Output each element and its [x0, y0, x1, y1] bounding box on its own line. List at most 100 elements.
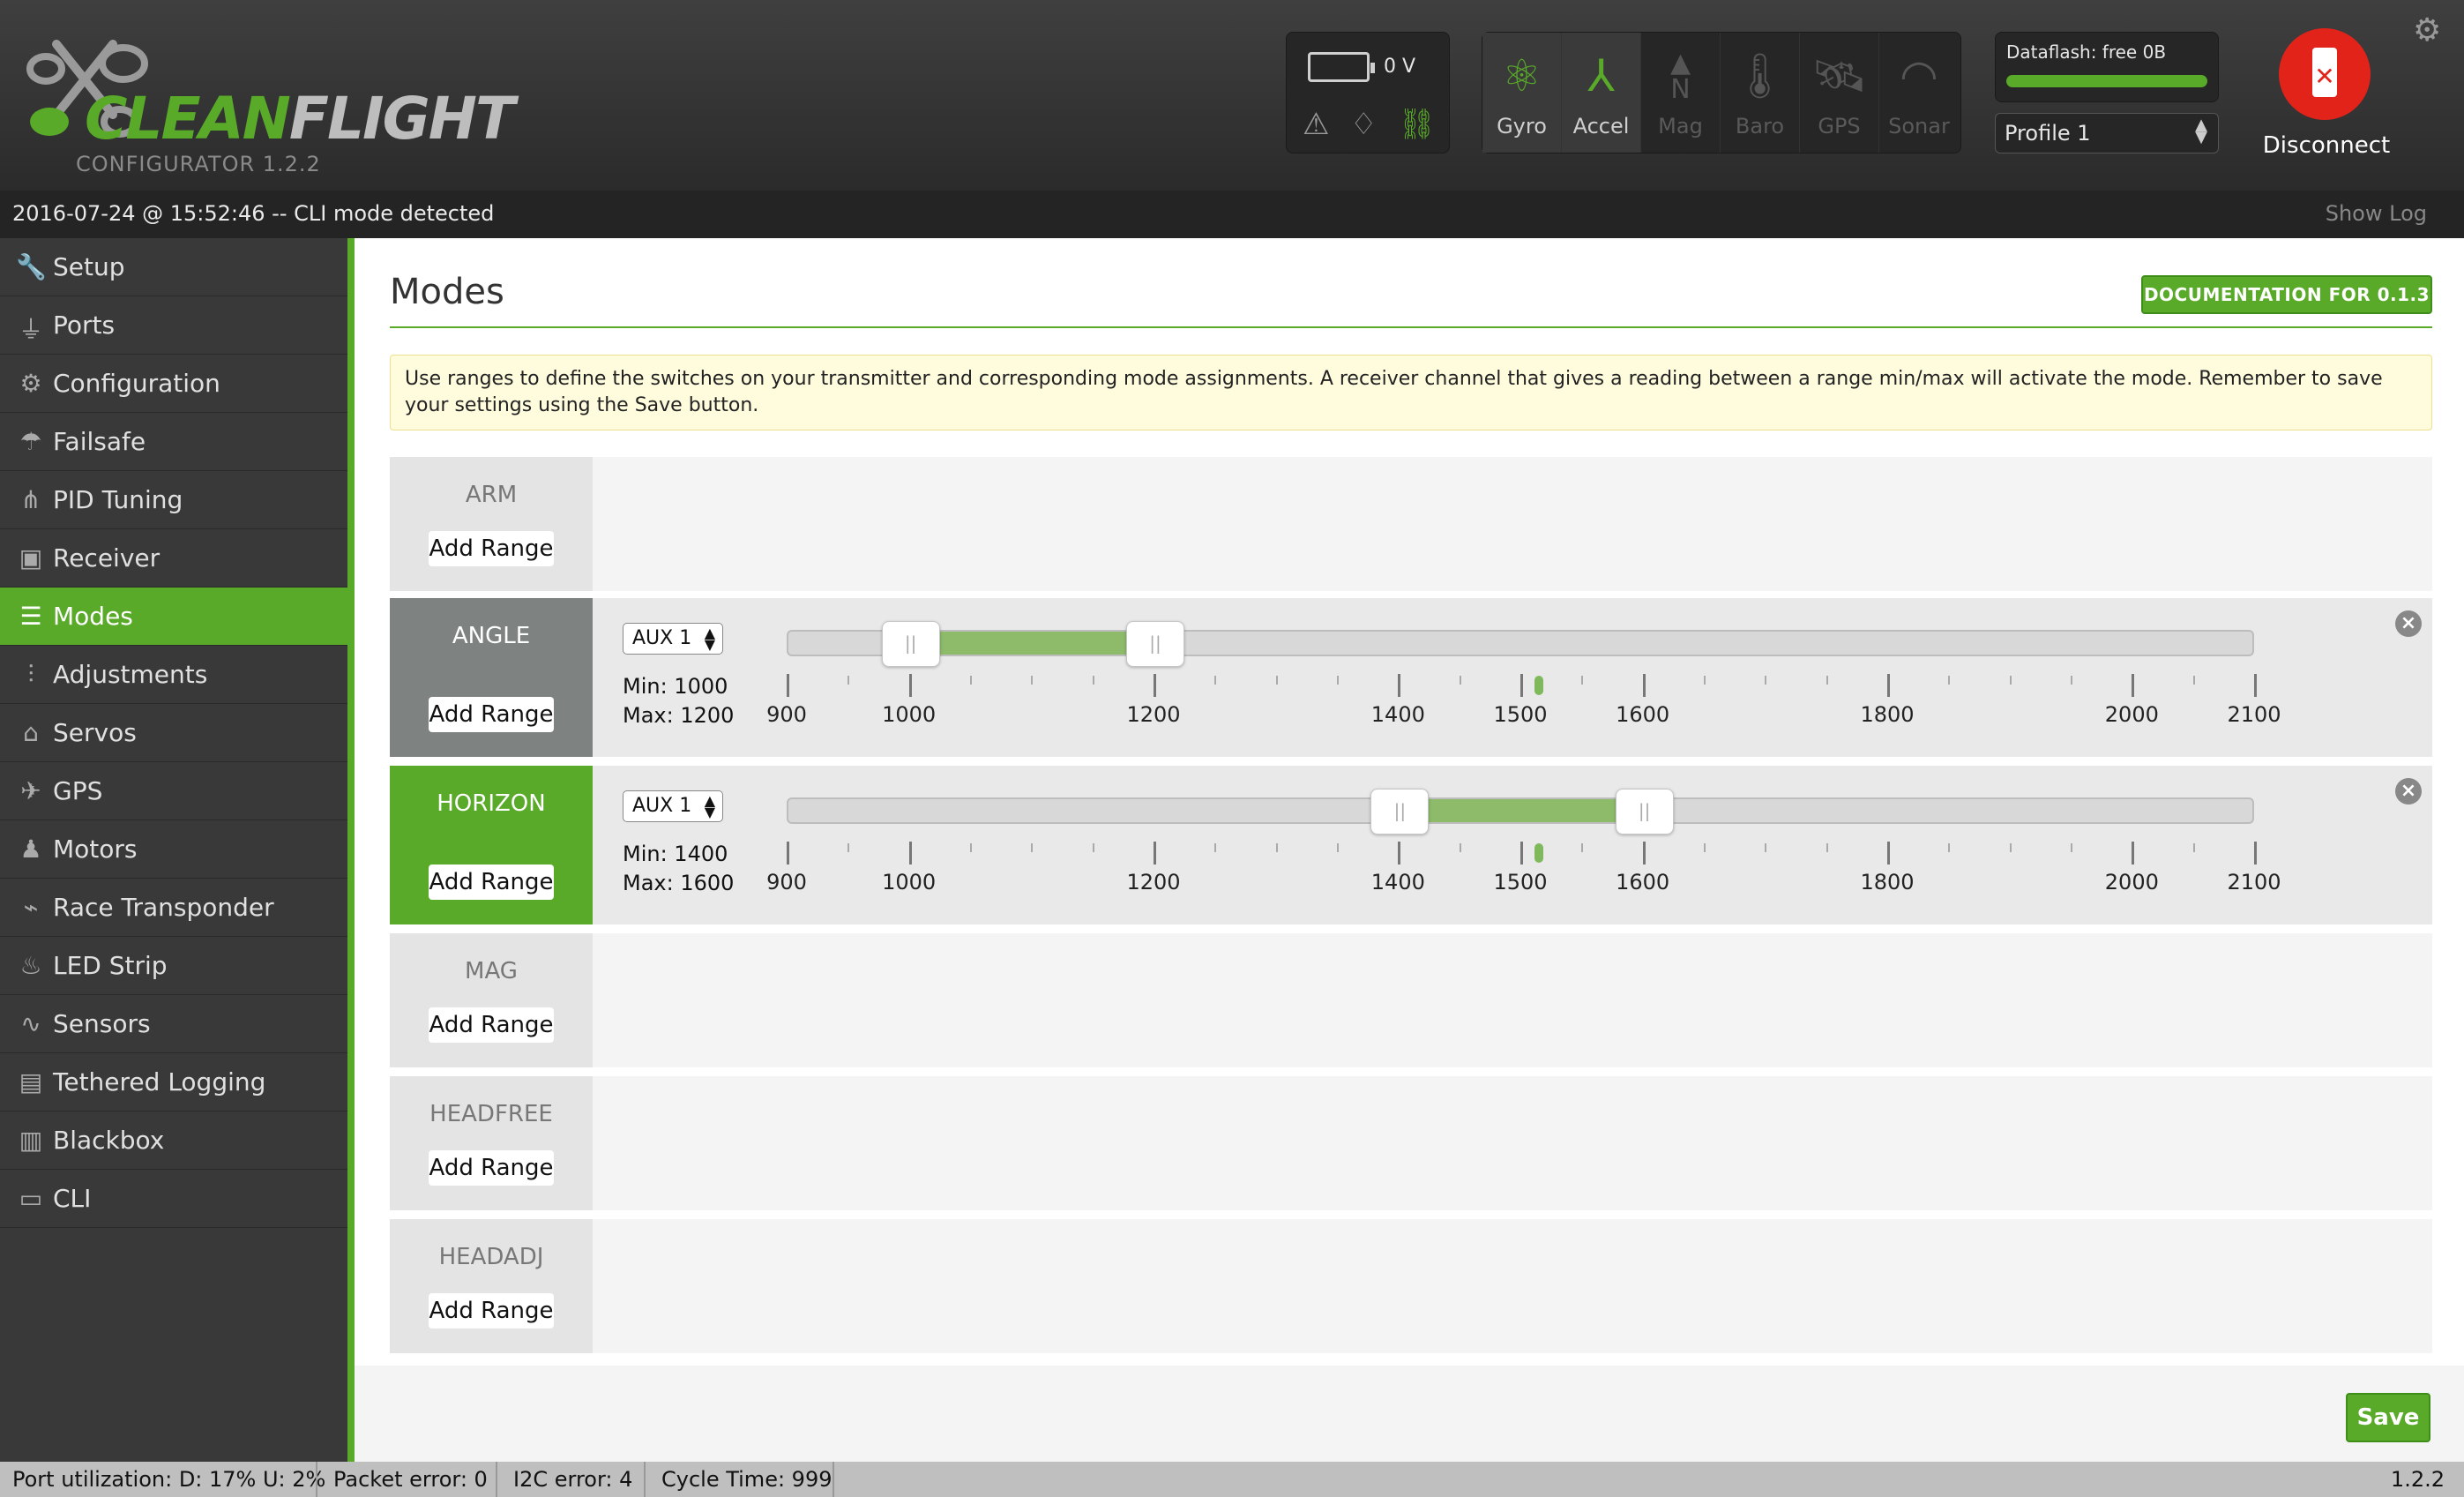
sidebar-item-motors[interactable]: ♟ Motors [0, 820, 347, 879]
sidebar-item-blackbox[interactable]: ▥ Blackbox [0, 1112, 347, 1170]
scale-minor-tick [1459, 843, 1461, 852]
scale-minor-tick [970, 676, 972, 685]
mode-mag: MAG Add Range [390, 933, 2432, 1067]
satellite-icon: ✈ [20, 776, 41, 805]
sensor-status: ⚛ Gyro ⅄ Accel ▲ N Mag 🌡 Baro 🛰 GPS ◠ Son… [1482, 32, 1961, 153]
mode-arm: ARM Add Range [390, 457, 2432, 591]
scale-label: 1600 [1616, 702, 1670, 727]
profile-value: Profile 1 [2005, 121, 2091, 146]
scale-minor-tick [1214, 843, 1217, 852]
scale-tick [1887, 674, 1890, 697]
mode-name: HORIZON [437, 790, 546, 817]
range-min-handle[interactable] [1370, 789, 1430, 835]
scale-tick [2132, 842, 2135, 865]
scale-tick [1642, 674, 1646, 697]
sidebar-item-sensors[interactable]: ∿ Sensors [0, 995, 347, 1053]
range-track[interactable] [787, 789, 2254, 835]
sidebar-item-ports[interactable]: ⏚ Ports [0, 296, 347, 355]
scale-minor-tick [1948, 676, 1951, 685]
scale-minor-tick [1459, 676, 1461, 685]
sidebar-item-adjustments[interactable]: ⫶ Adjustments [0, 646, 347, 704]
page-title: Modes [390, 272, 504, 312]
scale-minor-tick [2071, 676, 2072, 685]
documentation-button[interactable]: DOCUMENTATION FOR 0.1.3 [2141, 275, 2432, 314]
channel-select[interactable]: AUX 1 ▲ ▼ [623, 790, 723, 822]
gear-icon: ⚙ [19, 369, 42, 398]
cleanflight-logo: CLEANFLIGHT CONFIGURATOR 1.2.2 [14, 18, 515, 176]
scale-minor-tick [1765, 676, 1767, 685]
gear-icon[interactable]: ⚙ [2413, 12, 2441, 49]
sidebar-item-failsafe[interactable]: ☂ Failsafe [0, 413, 347, 471]
sidebar-item-gps[interactable]: ✈ GPS [0, 762, 347, 820]
show-log-link[interactable]: Show Log [2326, 201, 2427, 226]
sidebar-item-setup[interactable]: 🔧 Setup [0, 238, 347, 296]
sidebar-item-race-transponder[interactable]: ⌁ Race Transponder [0, 879, 347, 937]
sensor-mag: ▲ N Mag [1641, 33, 1721, 153]
sidebar-item-receiver[interactable]: ▣ Receiver [0, 529, 347, 588]
mode-headadj: HEADADJ Add Range [390, 1219, 2432, 1353]
sidebar-item-cli[interactable]: ▭ CLI [0, 1170, 347, 1228]
info-note: Use ranges to define the switches on you… [390, 355, 2432, 430]
range-track[interactable] [787, 621, 2254, 667]
scale-label: 1200 [1126, 702, 1181, 727]
transponder-icon: ⌁ [23, 893, 39, 922]
scale-label: 1600 [1616, 870, 1670, 894]
add-range-button[interactable]: Add Range [429, 531, 554, 566]
scale-minor-tick [1581, 843, 1584, 852]
sidebar-item-pid-tuning[interactable]: ⋔ PID Tuning [0, 471, 347, 529]
profile-select[interactable]: Profile 1 ▲ ▼ [1995, 113, 2219, 153]
scale-tick [1398, 842, 1401, 865]
packet-error: Packet error: 0 [333, 1467, 488, 1492]
sidebar-divider [347, 238, 355, 1462]
range-min-handle[interactable] [881, 621, 940, 667]
add-range-button[interactable]: Add Range [429, 1007, 554, 1043]
remove-range-button[interactable]: × [2395, 778, 2422, 805]
mode-name: ARM [465, 482, 518, 508]
range-min-label: Min: 1400 [623, 842, 728, 866]
scale-label: 1400 [1370, 702, 1425, 727]
sonar-icon: ◠ [1900, 50, 1938, 101]
add-range-button[interactable]: Add Range [429, 865, 554, 900]
sidebar-item-tethered-logging[interactable]: ▤ Tethered Logging [0, 1053, 347, 1112]
remove-range-button[interactable]: × [2395, 610, 2422, 637]
range-fill [910, 632, 1155, 655]
sensor-accel: ⅄ Accel [1562, 33, 1641, 153]
add-range-button[interactable]: Add Range [429, 697, 554, 732]
scale-minor-tick [1337, 676, 1339, 685]
scale-label: 1800 [1860, 702, 1915, 727]
sidebar-item-led-strip[interactable]: ♨ LED Strip [0, 937, 347, 995]
scale-tick [1154, 842, 1156, 865]
range-max-handle[interactable] [1615, 789, 1674, 835]
configurator-version: CONFIGURATOR 1.2.2 [76, 152, 321, 176]
disconnect-button[interactable]: ✕ [2279, 28, 2371, 120]
sidebar: 🔧 Setup ⏚ Ports ⚙ Configuration ☂ Failsafe ⋔… [0, 238, 347, 1462]
motor-icon: ♟ [19, 835, 42, 864]
scale-tick [1154, 674, 1156, 697]
sidebar-item-configuration[interactable]: ⚙ Configuration [0, 355, 347, 413]
scale-tick [787, 674, 789, 697]
scale-label: 2000 [2104, 702, 2159, 727]
parachute-icon: ♢ [1350, 107, 1378, 142]
save-button[interactable]: Save [2346, 1393, 2430, 1442]
mag-icon: ▲ N [1669, 48, 1691, 105]
channel-select[interactable]: AUX 1 ▲ ▼ [623, 623, 723, 655]
scale-tick [908, 842, 912, 865]
range-min-label: Min: 1000 [623, 674, 728, 699]
scale-label: 2000 [2104, 870, 2159, 894]
scale-minor-tick [1031, 843, 1034, 852]
scale-minor-tick [1275, 843, 1278, 852]
log-message: 2016-07-24 @ 15:52:46 -- CLI mode detect… [12, 201, 495, 226]
sidebar-item-servos[interactable]: ⌂ Servos [0, 704, 347, 762]
sidebar-item-modes[interactable]: ☰ Modes [0, 588, 347, 646]
add-range-button[interactable]: Add Range [429, 1293, 554, 1329]
app-version: 1.2.2 [2390, 1467, 2445, 1492]
range-max-handle[interactable] [1126, 621, 1184, 667]
disconnect-label[interactable]: Disconnect [2240, 132, 2413, 159]
remote-icon: ▣ [19, 543, 43, 573]
add-range-button[interactable]: Add Range [429, 1150, 554, 1186]
gyro-icon: ⚛ [1502, 50, 1542, 101]
scale-tick [908, 674, 912, 697]
wrench-icon: 🔧 [16, 252, 47, 281]
mode-name: MAG [465, 958, 518, 984]
scale-minor-tick [2192, 676, 2195, 685]
